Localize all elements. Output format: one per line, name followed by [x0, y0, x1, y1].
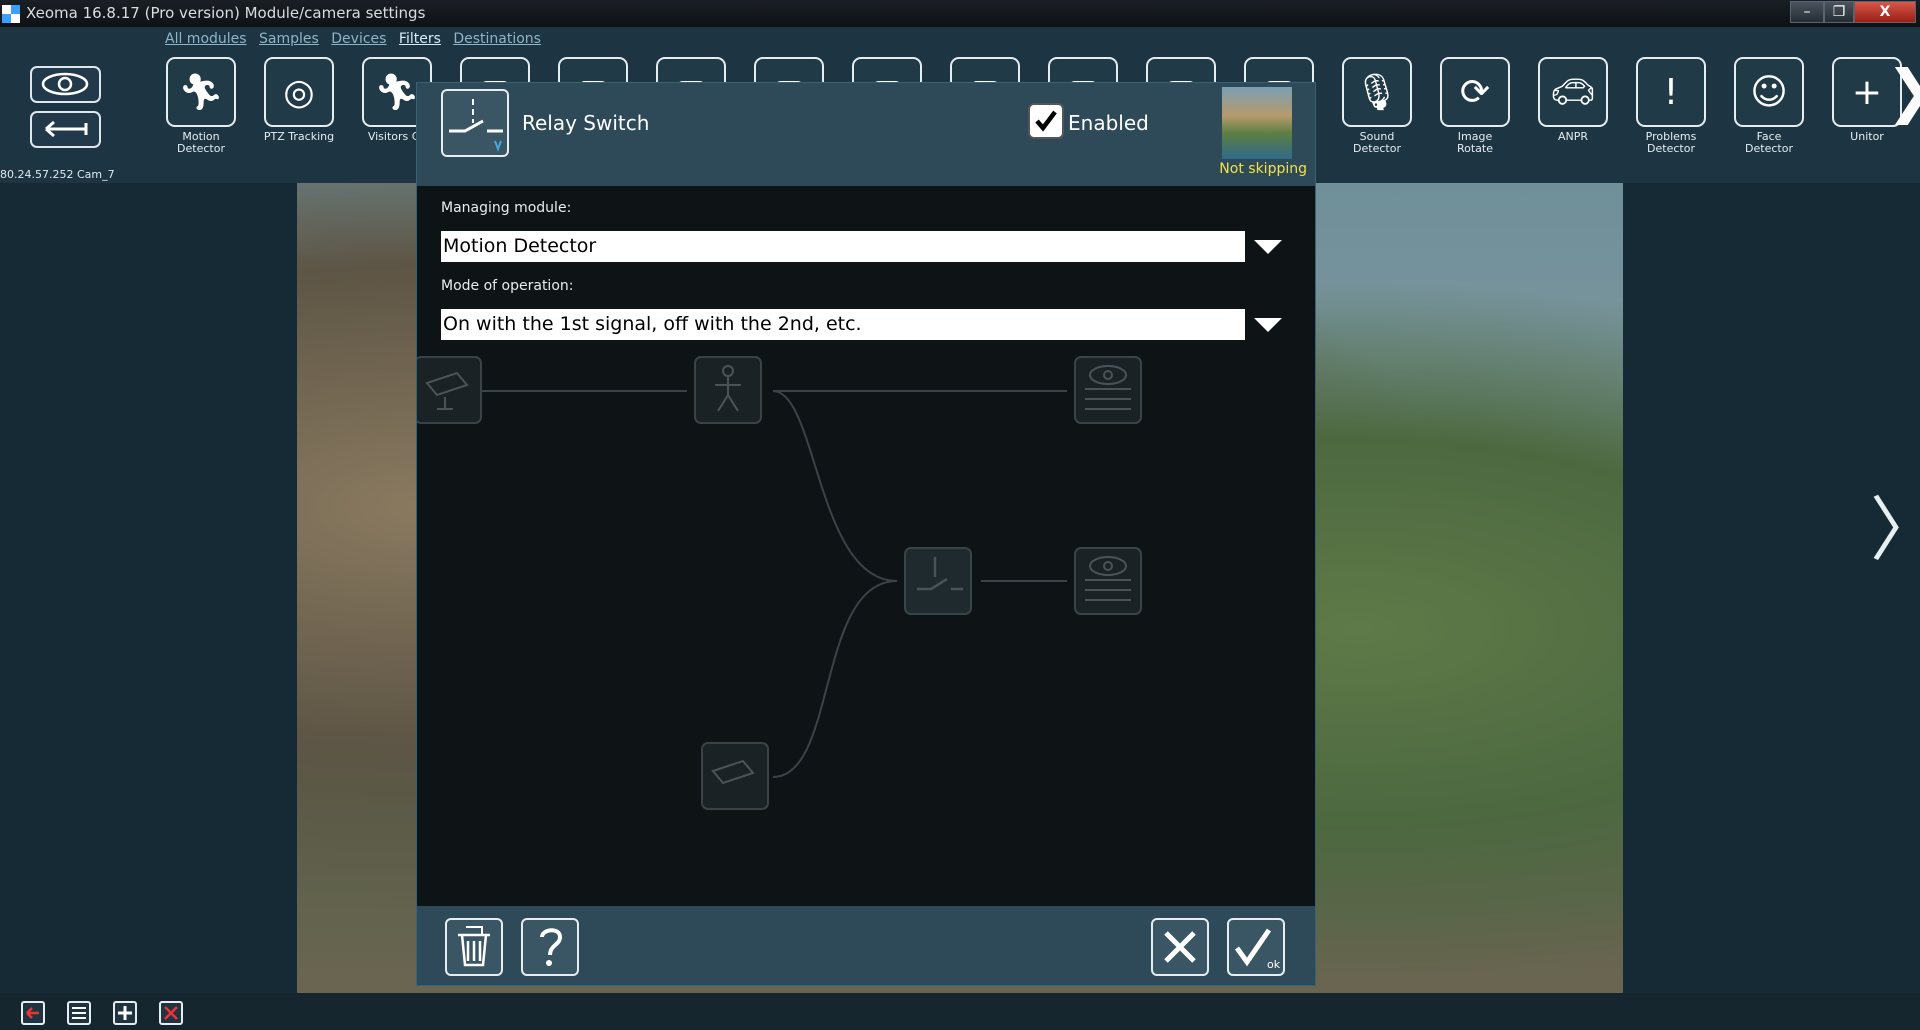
face-icon: ☺: [1750, 71, 1788, 113]
close-icon: [164, 1006, 178, 1020]
skip-status: Not skipping: [1219, 161, 1307, 177]
window-title: Xeoma 16.8.17 (Pro version) Module/camer…: [26, 4, 426, 22]
next-modules-chevron-icon[interactable]: ❯: [1886, 56, 1920, 126]
sound-detector-icon: 🎙︎: [1354, 72, 1400, 113]
title-bar: Xeoma 16.8.17 (Pro version) Module/camer…: [0, 0, 1920, 28]
xeoma-logo-icon: [2, 5, 20, 23]
managing-module-label: Managing module:: [441, 200, 572, 216]
enabled-label: Enabled: [1068, 111, 1149, 135]
tab-devices[interactable]: Devices: [331, 31, 386, 47]
bottom-toolbar: [0, 993, 1920, 1030]
add-camera-button[interactable]: [113, 1001, 137, 1025]
mode-dropdown-arrow-icon[interactable]: [1254, 318, 1282, 332]
maximize-button[interactable]: ❐: [1824, 1, 1854, 23]
arrow-left-icon: [26, 1007, 39, 1019]
module-tile-label: Image Rotate: [1456, 130, 1493, 155]
exclamation-icon: !: [1663, 71, 1679, 113]
arrow-left-icon: [45, 120, 88, 138]
second-camera-node[interactable]: [701, 742, 769, 810]
module-tile-label: ANPR: [1557, 130, 1589, 143]
dialog-header: Relay Switch Enabled Not skipping: [417, 83, 1315, 186]
tab-all-modules[interactable]: All modules: [165, 31, 247, 47]
relay-switch-dialog: Relay Switch Enabled Not skipping Managi…: [416, 82, 1316, 986]
ok-sub-label: ok: [1267, 958, 1281, 971]
motion-detector-node[interactable]: [694, 356, 762, 424]
plus-icon: [118, 1006, 132, 1020]
tab-destinations[interactable]: Destinations: [453, 31, 541, 47]
module-tile[interactable]: ! Problems Detector: [1635, 57, 1707, 155]
category-tabs: All modules Samples Devices Filters Dest…: [165, 31, 549, 47]
delete-module-button[interactable]: [445, 918, 503, 976]
module-tile[interactable]: 🏃︎ Motion Detector: [165, 57, 237, 155]
managing-dropdown-arrow-icon[interactable]: [1254, 240, 1282, 254]
checkmark-icon: ok: [1234, 928, 1281, 971]
module-tile-label: Motion Detector: [177, 130, 225, 155]
preview-archive-node-bottom[interactable]: [1074, 547, 1142, 615]
managing-module-select[interactable]: Motion Detector: [441, 231, 1245, 262]
module-tile-label: Sound Detector: [1353, 130, 1401, 155]
mode-label: Mode of operation:: [441, 278, 574, 294]
module-tile-label: Problems Detector: [1645, 130, 1697, 155]
close-window-button[interactable]: X: [1854, 1, 1916, 23]
tab-filters[interactable]: Filters: [399, 31, 441, 47]
minimize-button[interactable]: –: [1790, 1, 1824, 23]
unitor-icon: +: [1851, 71, 1883, 113]
remove-camera-button[interactable]: [159, 1001, 183, 1025]
image-rotate-icon: ⟳: [1459, 71, 1491, 113]
ok-button[interactable]: ok: [1227, 918, 1285, 976]
trash-icon: [458, 926, 490, 967]
back-button[interactable]: [30, 111, 101, 148]
module-tile[interactable]: 🎙︎ Sound Detector: [1341, 57, 1413, 155]
dialog-footer: ok: [417, 906, 1315, 985]
camera-label: 80.24.57.252 Cam_7: [0, 168, 115, 181]
list-icon: [72, 1007, 86, 1019]
back-arrow-button[interactable]: [21, 1001, 45, 1025]
module-tile[interactable]: ⟳ Image Rotate: [1439, 57, 1511, 155]
module-chain-diagram: [417, 356, 1142, 810]
module-tile-label: PTZ Tracking: [263, 130, 335, 143]
eye-icon: [41, 72, 89, 96]
module-tile[interactable]: 🚗︎ ANPR: [1537, 57, 1609, 143]
module-tile[interactable]: ☺ Face Detector: [1733, 57, 1805, 155]
next-camera-chevron-icon[interactable]: 〉: [1870, 490, 1920, 570]
preview-archive-node-top[interactable]: [1074, 356, 1142, 424]
visitors-counter-icon: 🏃︎: [374, 72, 420, 113]
module-tile[interactable]: ◎ PTZ Tracking: [263, 57, 335, 143]
enabled-checkbox[interactable]: [1028, 103, 1064, 139]
relay-switch-icon: [441, 89, 509, 157]
module-tile-label: Unitor: [1850, 130, 1884, 143]
cancel-button[interactable]: [1151, 918, 1209, 976]
ptz-tracking-icon: ◎: [283, 71, 315, 113]
camera-thumbnail: [1222, 87, 1292, 159]
tab-samples[interactable]: Samples: [259, 31, 319, 47]
motion-detector-icon: 🏃︎: [178, 72, 224, 113]
relay-switch-node[interactable]: [904, 547, 972, 615]
mode-select[interactable]: On with the 1st signal, off with the 2nd…: [441, 309, 1245, 340]
help-button[interactable]: [521, 918, 579, 976]
question-icon: [540, 928, 563, 966]
camera-node[interactable]: [417, 356, 482, 424]
checkmark-icon: [1035, 110, 1057, 132]
list-button[interactable]: [67, 1001, 91, 1025]
module-tile-label: Face Detector: [1745, 130, 1793, 155]
preview-button[interactable]: [30, 66, 101, 103]
dialog-title: Relay Switch: [522, 111, 650, 135]
close-icon: [1164, 931, 1196, 963]
car-icon: 🚗︎: [1550, 72, 1596, 113]
